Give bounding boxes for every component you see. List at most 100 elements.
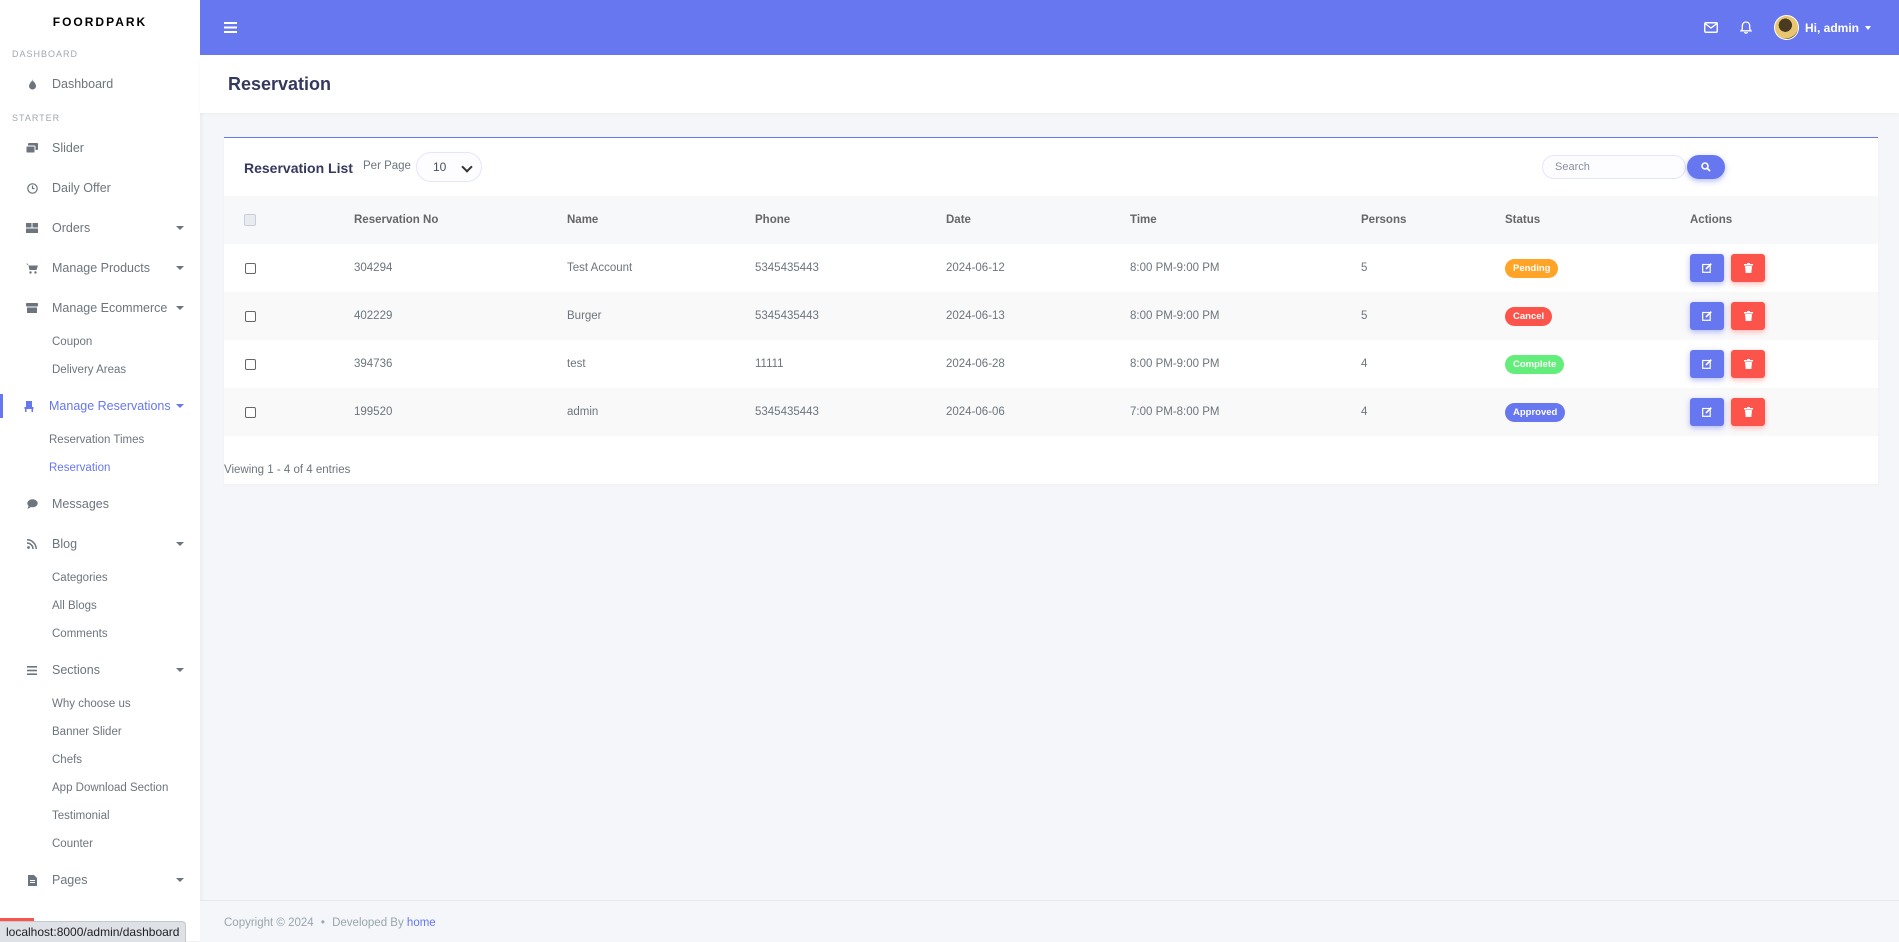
sidebar-subitem-delivery-areas[interactable]: Delivery Areas xyxy=(0,356,200,384)
per-page-select[interactable]: 10 xyxy=(416,152,482,182)
cell-phone: 5345435443 xyxy=(755,244,946,292)
sidebar-item-daily-offer[interactable]: Daily Offer xyxy=(0,168,200,208)
hamburger-menu-icon[interactable] xyxy=(224,22,237,33)
select-all-checkbox[interactable] xyxy=(244,214,256,226)
card-header: Reservation List Per Page 10 xyxy=(224,138,1878,194)
sidebar-subitem-reservation-times[interactable]: Reservation Times xyxy=(0,426,200,454)
user-greeting: Hi, admin xyxy=(1804,20,1859,35)
edit-button[interactable] xyxy=(1690,302,1724,330)
row-checkbox[interactable] xyxy=(245,310,256,322)
delete-button[interactable] xyxy=(1731,350,1765,378)
clock-icon xyxy=(20,182,44,194)
chair-icon xyxy=(17,400,41,412)
page-title: Reservation xyxy=(228,74,332,94)
cell-phone: 5345435443 xyxy=(755,292,946,340)
cell-persons: 5 xyxy=(1361,244,1505,292)
chevron-down-icon xyxy=(176,668,184,672)
submenu-ecommerce: Coupon Delivery Areas xyxy=(0,328,200,384)
sidebar-subitem-why-choose-us[interactable]: Why choose us xyxy=(0,690,200,718)
copyright-text: Copyright © 2024 xyxy=(224,917,314,929)
page-footer: Copyright © 2024 • Developed By home xyxy=(200,900,1899,942)
reservation-table: Reservation No Name Phone Date Time Pers… xyxy=(224,196,1878,436)
sidebar-subitem-counter[interactable]: Counter xyxy=(0,830,200,858)
search-icon xyxy=(1701,162,1711,172)
sidebar-subitem-coupon[interactable]: Coupon xyxy=(0,328,200,356)
sidebar-item-label: Manage Ecommerce xyxy=(52,301,168,315)
cell-name: admin xyxy=(567,388,755,436)
cell-reservation-no: 402229 xyxy=(354,292,567,340)
delete-button[interactable] xyxy=(1731,398,1765,426)
sidebar-subitem-reservation[interactable]: Reservation xyxy=(0,454,200,482)
edit-icon xyxy=(1702,311,1712,321)
sidebar-subitem-banner-slider[interactable]: Banner Slider xyxy=(0,718,200,746)
store-icon xyxy=(20,303,44,313)
submenu-blog: Categories All Blogs Comments xyxy=(0,564,200,648)
sidebar-item-label: Slider xyxy=(52,141,84,155)
sidebar-item-messages[interactable]: Messages xyxy=(0,484,200,524)
menu-header-dashboard: DASHBOARD xyxy=(12,49,79,59)
envelope-icon[interactable] xyxy=(1704,22,1718,33)
sidebar-subitem-testimonial[interactable]: Testimonial xyxy=(0,802,200,830)
sidebar-item-manage-ecommerce[interactable]: Manage Ecommerce xyxy=(0,288,200,328)
chevron-down-icon xyxy=(176,226,184,230)
sidebar-subitem-comments[interactable]: Comments xyxy=(0,620,200,648)
submenu-reservations: Reservation Times Reservation xyxy=(0,426,200,482)
sidebar-item-orders[interactable]: Orders xyxy=(0,208,200,248)
trash-icon xyxy=(1743,407,1753,417)
row-checkbox[interactable] xyxy=(245,406,256,418)
chevron-down-icon xyxy=(461,161,473,173)
edit-button[interactable] xyxy=(1690,398,1724,426)
status-badge: Complete xyxy=(1505,354,1565,374)
cell-reservation-no: 394736 xyxy=(354,340,567,388)
edit-button[interactable] xyxy=(1690,350,1724,378)
header-date[interactable]: Date xyxy=(946,196,1130,244)
header-phone[interactable]: Phone xyxy=(755,196,946,244)
row-checkbox[interactable] xyxy=(245,262,256,274)
chevron-down-icon xyxy=(176,306,184,310)
sidebar-item-label: Blog xyxy=(52,537,78,551)
delete-button[interactable] xyxy=(1731,302,1765,330)
row-checkbox[interactable] xyxy=(245,358,256,370)
sidebar-subitem-all-blogs[interactable]: All Blogs xyxy=(0,592,200,620)
header-actions: Actions xyxy=(1690,196,1878,244)
edit-button[interactable] xyxy=(1690,254,1724,282)
cell-reservation-no: 304294 xyxy=(354,244,567,292)
header-reservation-no[interactable]: Reservation No xyxy=(354,196,567,244)
sidebar-subitem-app-download-section[interactable]: App Download Section xyxy=(0,774,200,802)
file-icon xyxy=(20,874,44,886)
brand-logo[interactable]: FOORDPARK xyxy=(0,0,200,44)
user-dropdown[interactable]: Hi, admin xyxy=(1773,15,1871,40)
cell-reservation-no: 199520 xyxy=(354,388,567,436)
sidebar-subitem-categories[interactable]: Categories xyxy=(0,564,200,592)
topbar: Hi, admin xyxy=(200,0,1899,55)
header-name[interactable]: Name xyxy=(567,196,755,244)
sidebar-item-manage-products[interactable]: Manage Products xyxy=(0,248,200,288)
chevron-down-icon xyxy=(1865,25,1871,30)
header-time[interactable]: Time xyxy=(1130,196,1361,244)
sidebar-item-manage-reservations[interactable]: Manage Reservations xyxy=(0,386,200,426)
delete-button[interactable] xyxy=(1731,254,1765,282)
status-badge: Cancel xyxy=(1505,306,1553,326)
sidebar-item-slider[interactable]: Slider xyxy=(0,128,200,168)
sidebar-item-sections[interactable]: Sections xyxy=(0,650,200,690)
sidebar-item-label: Dashboard xyxy=(52,77,114,91)
fire-icon xyxy=(20,78,44,90)
sidebar-item-dashboard[interactable]: Dashboard xyxy=(0,64,200,104)
sidebar-item-blog[interactable]: Blog xyxy=(0,524,200,564)
status-badge: Approved xyxy=(1505,402,1566,422)
search-input[interactable] xyxy=(1542,155,1686,179)
sidebar-item-label: Manage Reservations xyxy=(49,399,171,413)
header-persons[interactable]: Persons xyxy=(1361,196,1505,244)
cell-persons: 5 xyxy=(1361,292,1505,340)
sidebar-item-label: Manage Products xyxy=(52,261,150,275)
developed-by-text: Developed By xyxy=(332,917,404,929)
cell-time: 8:00 PM-9:00 PM xyxy=(1130,340,1361,388)
footer-home-link[interactable]: home xyxy=(407,917,436,929)
cell-name: Burger xyxy=(567,292,755,340)
bell-icon[interactable] xyxy=(1739,21,1752,34)
header-status[interactable]: Status xyxy=(1505,196,1690,244)
sidebar-subitem-chefs[interactable]: Chefs xyxy=(0,746,200,774)
cell-date: 2024-06-13 xyxy=(946,292,1130,340)
sidebar-item-pages[interactable]: Pages xyxy=(0,860,200,900)
search-button[interactable] xyxy=(1687,155,1725,179)
